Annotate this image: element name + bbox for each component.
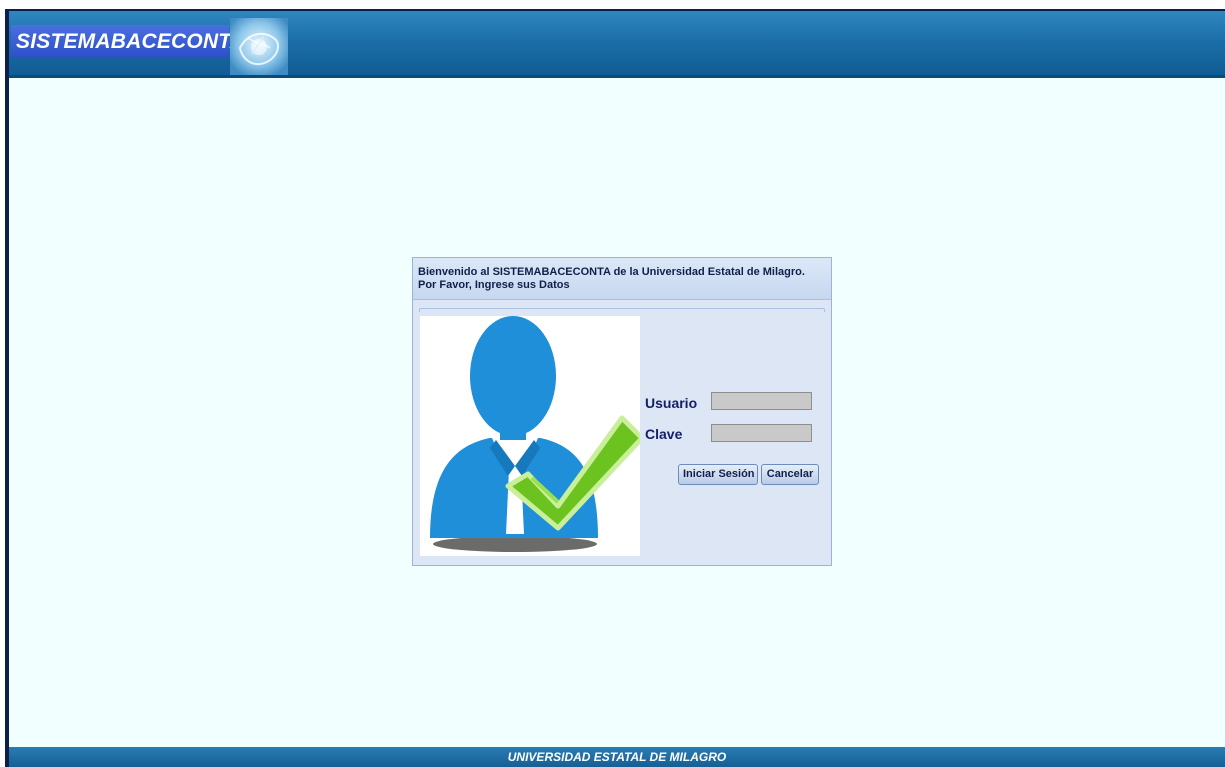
app-window: SISTEMABACECONTA Bienvenido al SISTEMABA… — [5, 9, 1225, 767]
panel-divider — [419, 308, 825, 312]
username-input[interactable] — [711, 392, 812, 410]
user-illustration — [420, 316, 645, 556]
password-label: Clave — [645, 426, 683, 442]
login-panel: Bienvenido al SISTEMABACECONTA de la Uni… — [412, 257, 832, 566]
header-bar: SISTEMABACECONTA — [9, 11, 1225, 78]
app-title: SISTEMABACECONTA — [11, 25, 245, 58]
user-check-icon — [430, 316, 645, 552]
footer-text: UNIVERSIDAD ESTATAL DE MILAGRO — [507, 750, 727, 764]
password-input[interactable] — [711, 424, 812, 442]
cancel-button[interactable]: Cancelar — [761, 464, 819, 485]
welcome-message: Bienvenido al SISTEMABACECONTA de la Uni… — [413, 258, 831, 300]
username-label: Usuario — [645, 395, 698, 411]
globe-logo-icon — [230, 18, 288, 76]
footer-bar: UNIVERSIDAD ESTATAL DE MILAGRO — [9, 747, 1225, 767]
login-button[interactable]: Iniciar Sesión — [678, 464, 758, 485]
